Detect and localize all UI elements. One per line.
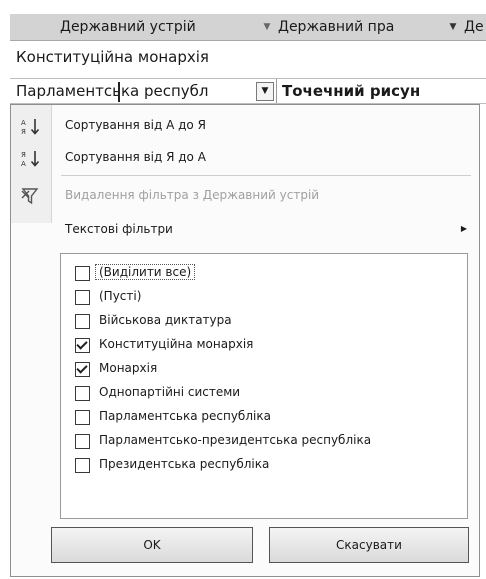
checkbox[interactable]	[75, 314, 90, 329]
list-item-constitutional-monarchy[interactable]: Конституційна монархія	[61, 334, 461, 358]
svg-text:Я: Я	[21, 151, 26, 159]
list-item-label: Парламентсько-президентська республіка	[99, 433, 372, 447]
list-item-label: Президентська республіка	[99, 457, 270, 471]
list-item-label: (Пусті)	[99, 289, 142, 303]
list-item-label: Парламентська республіка	[99, 409, 271, 423]
chevron-down-icon[interactable]: ▼	[260, 20, 274, 34]
menu-item-label: Видалення фільтра з Державний устрій	[65, 188, 320, 202]
list-item-military-dictatorship[interactable]: Військова диктатура	[61, 310, 461, 334]
list-item-label: Монархія	[99, 361, 158, 375]
list-item-parliamentary-republic[interactable]: Парламентська республіка	[61, 406, 461, 430]
list-item-label: Військова диктатура	[99, 313, 232, 327]
cell-row3-col1[interactable]: Парламентська республ	[16, 79, 256, 103]
column-header-state-structure[interactable]: Державний устрій	[60, 14, 250, 40]
filter-values-list[interactable]: (Виділити все) (Пусті) Військова диктату…	[60, 253, 468, 519]
checkbox[interactable]	[75, 386, 90, 401]
list-item-blanks[interactable]: (Пусті)	[61, 286, 461, 310]
chevron-down-icon[interactable]: ▼	[446, 20, 460, 34]
menu-item-sort-asc[interactable]: А Я Сортування від А до Я	[11, 111, 479, 141]
menu-item-label: Сортування від Я до А	[65, 150, 206, 164]
menu-separator	[61, 175, 471, 176]
svg-text:Я: Я	[21, 128, 26, 135]
list-item-label: Конституційна монархія	[99, 337, 254, 351]
list-item-label: (Виділити все)	[94, 264, 196, 280]
svg-text:А: А	[21, 160, 26, 167]
filter-dropdown-button[interactable]: ▼	[256, 82, 274, 101]
cell-divider	[276, 79, 277, 103]
column-header-state-law[interactable]: Державний пра	[278, 14, 446, 40]
submenu-arrow-icon: ▶	[460, 224, 467, 233]
filter-dropdown-panel: А Я Сортування від А до Я Я А Сортування…	[10, 104, 480, 577]
text-cursor	[118, 82, 120, 102]
ok-button[interactable]: OK	[51, 527, 253, 563]
cell-row2[interactable]: Конституційна монархія	[16, 48, 209, 66]
column-header-row: Державний устрій ▼ Державний пра ▼ Де	[10, 14, 486, 41]
cancel-button[interactable]: Скасувати	[269, 527, 469, 563]
list-item-monarchy[interactable]: Монархія	[61, 358, 461, 382]
menu-item-label: Текстові фільтри	[65, 222, 173, 236]
checkbox[interactable]	[75, 290, 90, 305]
svg-text:А: А	[21, 119, 26, 127]
checkbox[interactable]	[75, 410, 90, 425]
cell-row3-col2[interactable]: Точечний рисун	[282, 79, 482, 103]
checkbox-checked[interactable]	[75, 338, 90, 353]
clear-filter-icon	[21, 188, 39, 205]
sort-descending-icon: Я А	[21, 151, 40, 167]
menu-item-sort-desc[interactable]: Я А Сортування від Я до А	[11, 143, 479, 173]
cell-row3: Парламентська республ ▼ Точечний рисун	[10, 78, 486, 104]
list-item-parliamentary-presidential-republic[interactable]: Парламентсько-президентська республіка	[61, 430, 461, 454]
list-item-label: Однопартійні системи	[99, 385, 241, 399]
sort-ascending-icon: А Я	[21, 119, 40, 135]
column-header-next[interactable]: Де	[464, 14, 486, 40]
list-item-presidential-republic[interactable]: Президентська республіка	[61, 454, 461, 478]
checkbox-checked[interactable]	[75, 362, 90, 377]
checkbox[interactable]	[75, 434, 90, 449]
checkbox[interactable]	[75, 266, 90, 281]
menu-item-label: Сортування від А до Я	[65, 118, 206, 132]
checkbox[interactable]	[75, 458, 90, 473]
menu-item-clear-filter[interactable]: Видалення фільтра з Державний устрій	[11, 181, 479, 211]
menu-item-text-filters[interactable]: Текстові фільтри ▶	[11, 215, 479, 245]
list-item-one-party-systems[interactable]: Однопартійні системи	[61, 382, 461, 406]
list-item-select-all[interactable]: (Виділити все)	[61, 262, 461, 286]
